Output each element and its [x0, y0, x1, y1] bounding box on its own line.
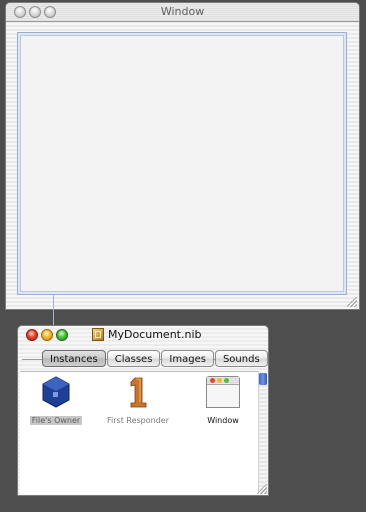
- nib-title: MyDocument.nib: [108, 328, 202, 341]
- tab-images[interactable]: Images: [161, 350, 214, 367]
- first-responder-item[interactable]: First Responder: [98, 376, 178, 427]
- first-responder-label: First Responder: [107, 416, 169, 425]
- window-content-view[interactable]: [17, 32, 347, 295]
- scroll-thumb[interactable]: [259, 373, 267, 385]
- tab-sounds[interactable]: Sounds: [214, 350, 268, 367]
- tab-instances[interactable]: Instances: [42, 350, 106, 367]
- nib-minimize-button[interactable]: [41, 329, 53, 341]
- instances-pane: File's Owner First Responder Window: [20, 371, 258, 494]
- cube-icon: [41, 376, 71, 408]
- resize-grip-icon[interactable]: [347, 297, 357, 307]
- document-window: Window: [5, 2, 360, 310]
- files-owner-item[interactable]: File's Owner: [16, 376, 96, 427]
- window-instance-label: Window: [207, 416, 239, 425]
- tab-classes[interactable]: Classes: [106, 350, 161, 367]
- nib-close-button[interactable]: [26, 329, 38, 341]
- window-icon: [206, 376, 240, 408]
- vertical-scrollbar[interactable]: [258, 371, 267, 493]
- nib-zoom-button[interactable]: [56, 329, 68, 341]
- files-owner-label: File's Owner: [29, 416, 83, 425]
- number-one-icon: [123, 376, 153, 408]
- window-instance-item[interactable]: Window: [183, 376, 263, 427]
- nib-file-icon: [92, 328, 104, 341]
- window-titlebar[interactable]: Window: [6, 3, 359, 22]
- window-title: Window: [160, 5, 205, 18]
- nib-resize-grip-icon[interactable]: [257, 484, 267, 494]
- nib-window: MyDocument.nib Instances Classes Images …: [17, 325, 269, 496]
- nib-titlebar[interactable]: MyDocument.nib: [18, 326, 268, 344]
- tab-bar: Instances Classes Images Sounds: [22, 350, 268, 370]
- nib-title-group: MyDocument.nib: [92, 328, 202, 341]
